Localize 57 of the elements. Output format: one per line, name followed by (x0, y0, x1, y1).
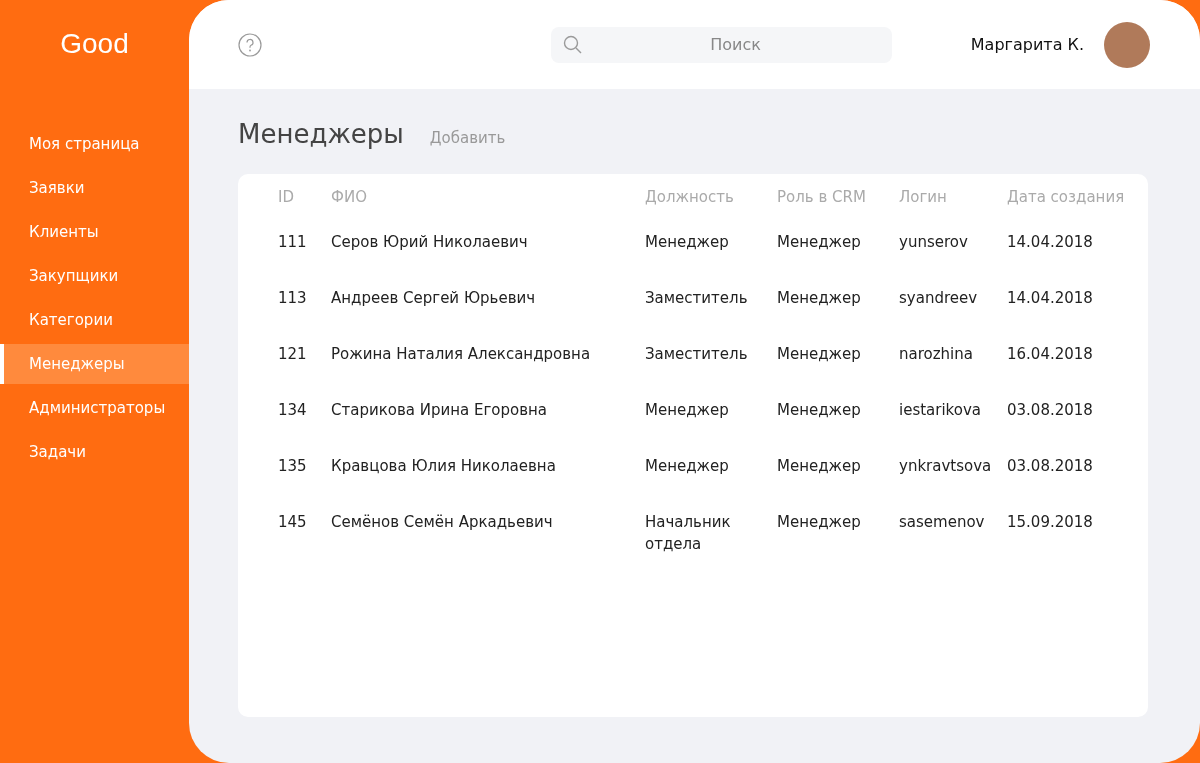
column-header[interactable]: Должность (645, 186, 777, 208)
table-cell-text: Серов Юрий Николаевич (331, 232, 529, 253)
table-cell-text: 135 (278, 456, 308, 477)
user-name[interactable]: Маргарита К. (970, 35, 1084, 54)
avatar[interactable] (1104, 21, 1150, 68)
page-title: Менеджеры (238, 119, 404, 149)
table-cell-text: 03.08.2018 (1007, 456, 1094, 477)
table-cell-text: iestarikova (899, 400, 983, 421)
table-cell-text: Менеджер (777, 512, 862, 533)
column-header[interactable]: ФИО (331, 186, 645, 208)
table-cell-text: 14.04.2018 (1007, 288, 1094, 309)
sidebar-item[interactable]: Клиенты (0, 212, 189, 252)
table-cell-text: Семёнов Семён Аркадьевич (331, 512, 554, 533)
table-cell-text: Начальник отдела (645, 512, 732, 555)
table-cell-text: 134 (278, 400, 308, 421)
search-field[interactable]: Поиск (551, 26, 892, 63)
table-cell-text: 15.09.2018 (1007, 512, 1094, 533)
sidebar-item[interactable]: Закупщики (0, 256, 189, 296)
table-cell-text: 145 (278, 512, 308, 533)
table-cell-text: Кравцова Юлия Николаевна (331, 456, 557, 477)
add-link[interactable]: Добавить (429, 129, 506, 147)
table-cell-text: yunserov (899, 232, 969, 253)
table-cell-text: sasemenov (899, 512, 986, 533)
table-cell-text: ynkravtsova (899, 456, 993, 477)
sidebar-item[interactable]: Категории (0, 300, 189, 340)
table-cell-text: 111 (278, 232, 308, 253)
table-cell-text: syandreev (899, 288, 979, 309)
table-cell-text: 121 (278, 344, 308, 365)
logo: Good (59, 27, 130, 61)
column-header[interactable]: Дата создания (1007, 186, 1127, 208)
table-cell-text: Андреев Сергей Юрьевич (331, 288, 537, 309)
table-cell-text: Старикова Ирина Егоровна (331, 400, 549, 421)
table-cell-text: Менеджер (777, 344, 862, 365)
table-cell-text: Менеджер (777, 456, 862, 477)
table-cell-text: 14.04.2018 (1007, 232, 1094, 253)
table-cell-text: Менеджер (645, 456, 730, 477)
table-cell-text: narozhina (899, 344, 974, 365)
column-header[interactable]: Роль в CRM (777, 186, 899, 208)
table-cell-text: Менеджер (777, 232, 862, 253)
help-icon[interactable] (238, 32, 262, 57)
table-cell-text: 113 (278, 288, 308, 309)
sidebar-item[interactable]: Заявки (0, 168, 189, 208)
sidebar-item[interactable]: Задачи (0, 432, 189, 472)
table-cell-text: Менеджер (645, 400, 730, 421)
sidebar-item[interactable]: Администраторы (0, 388, 189, 428)
column-header[interactable]: ID (278, 186, 331, 208)
table-cell-text: Заместитель (645, 288, 749, 309)
sidebar-item[interactable]: Менеджеры (0, 344, 189, 384)
table-cell-text: 03.08.2018 (1007, 400, 1094, 421)
table-cell-text: Менеджер (777, 400, 862, 421)
table-cell-text: Менеджер (645, 232, 730, 253)
table-cell-text: Менеджер (777, 288, 862, 309)
sidebar-item[interactable]: Моя страница (0, 124, 189, 164)
table-cell-text: 16.04.2018 (1007, 344, 1094, 365)
table-cell-text: Заместитель (645, 344, 749, 365)
column-header[interactable]: Логин (899, 186, 1007, 208)
table-cell-text: Рожина Наталия Александровна (331, 344, 592, 365)
